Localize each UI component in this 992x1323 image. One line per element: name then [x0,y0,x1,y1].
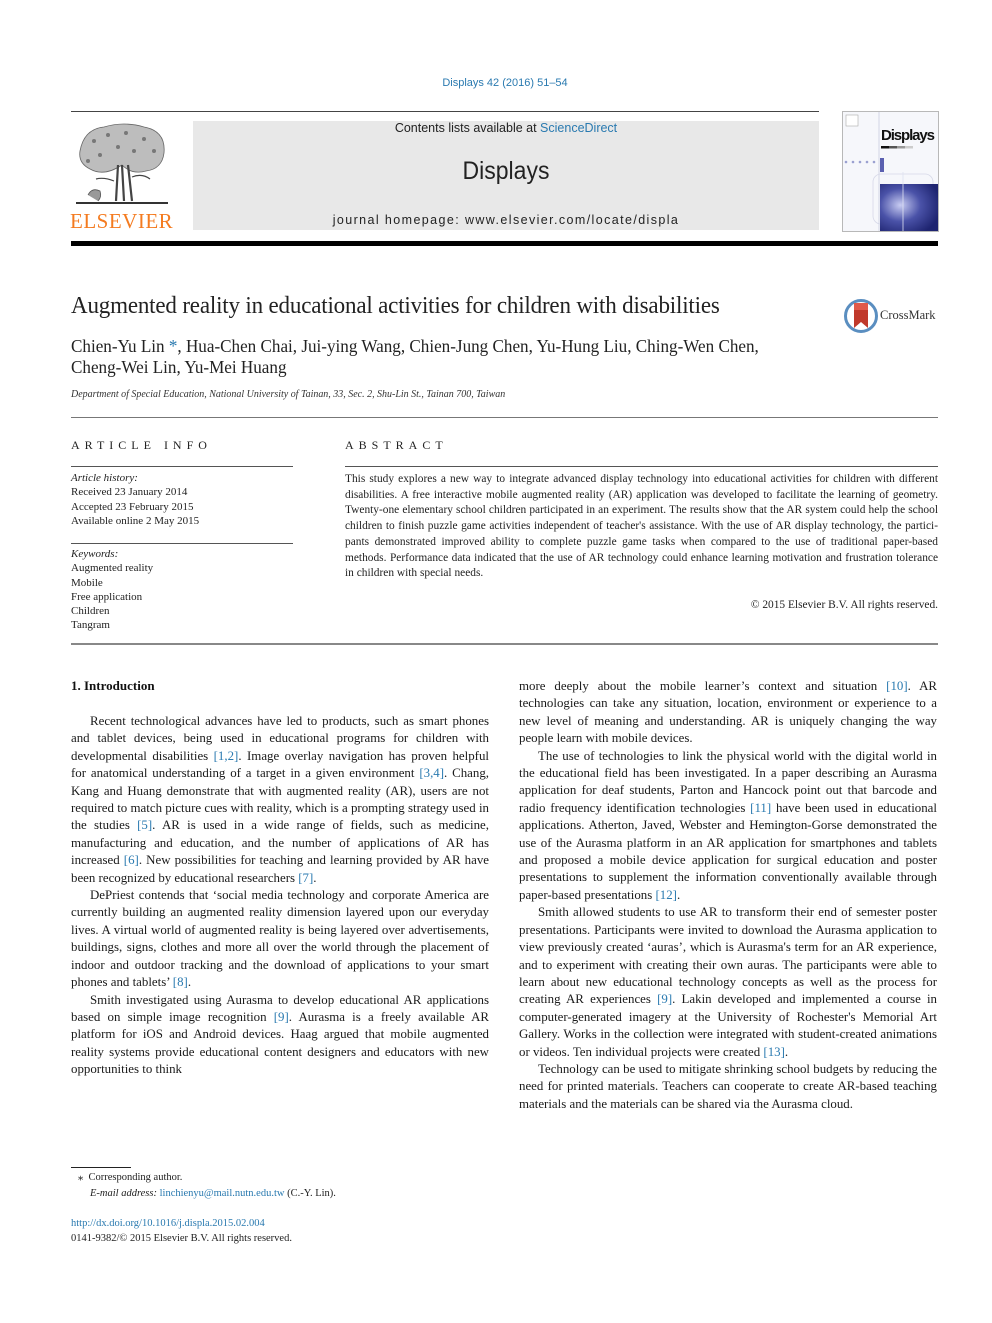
keyword: Augmented reality [71,562,154,575]
email-link[interactable]: linchienyu@mail.nutn.edu.tw [160,1188,285,1199]
history-label: Article history: [71,472,138,484]
paragraph-text: . [187,975,192,990]
footnote-star: ⁎ [78,1172,84,1183]
keyword: Mobile [71,576,103,589]
divider [71,643,938,645]
corresponding-author-marker[interactable]: * [169,336,178,356]
divider [71,417,938,418]
corresponding-label: Corresponding author. [88,1172,183,1183]
body-paragraph: Recent technological advances have led t… [71,713,489,887]
history-accepted: Accepted 23 February 2015 [71,500,194,513]
citation-link[interactable]: [11] [750,801,771,815]
elsevier-tree-icon [76,123,168,204]
contents-line: Contents lists available at ScienceDirec… [193,121,819,135]
crossmark-label: CrossMark [880,308,936,322]
citation-link[interactable]: [8] [173,975,188,989]
history-received: Received 23 January 2014 [71,486,188,499]
crossmark-icon [844,299,878,333]
issn-line: 0141-9382/© 2015 Elsevier B.V. All right… [71,1233,292,1244]
body-paragraph: Smith investigated using Aurasma to deve… [71,992,489,1079]
keywords-label: Keywords: [71,548,119,560]
header-bottom-rule [71,241,938,246]
body-paragraph: Smith allowed students to use AR to tran… [519,904,937,1061]
keywords: Keywords: Augmented reality Mobile Free … [71,547,153,633]
crossmark-button[interactable]: CrossMark [844,298,944,334]
body-paragraph: more deeply about the mobile learner’s c… [519,678,937,748]
paragraph-text: DePriest contends that ‘social media tec… [71,888,489,990]
footnote: ⁎ Corresponding author. E-mail address: … [78,1170,336,1202]
journal-name: Displays [462,157,550,185]
citation-link[interactable]: [10] [886,679,907,693]
author-list: Chien-Yu Lin *, Hua-Chen Chai, Jui-ying … [71,336,850,378]
author-first[interactable]: Chien-Yu Lin [71,336,169,356]
paragraph-text: have been used in educational applicatio… [519,800,937,902]
article-title: Augmented reality in educational activit… [71,292,720,319]
section-heading: 1. Introduction [71,678,155,693]
body-column-left: Recent technological advances have led t… [71,713,489,1079]
contents-prefix: Contents lists available at [394,121,541,135]
history-online: Available online 2 May 2015 [71,514,200,527]
citation-link[interactable]: [1,2] [214,749,239,763]
elsevier-wordmark: ELSEVIER [70,209,174,233]
doi-block: http://dx.doi.org/10.1016/j.displa.2015.… [71,1216,292,1246]
footnote-email-line: E-mail address: linchienyu@mail.nutn.edu… [78,1186,336,1202]
affiliation: Department of Special Education, Nationa… [71,389,506,400]
footnote-rule [71,1167,131,1168]
journal-homepage-link[interactable]: journal homepage: www.elsevier.com/locat… [193,213,819,227]
article-history: Article history: Received 23 January 201… [71,471,199,528]
journal-reference-link[interactable]: Displays 42 (2016) 51–54 [0,77,992,89]
citation-link[interactable]: [9] [274,1010,289,1024]
journal-cover-art-icon: Displays [843,112,938,231]
email-suffix: (C.-Y. Lin). [284,1188,336,1199]
body-paragraph: DePriest contends that ‘social media tec… [71,887,489,991]
paragraph-text: more deeply about the mobile learner’s c… [519,679,887,693]
citation-link[interactable]: [7] [298,871,313,885]
abstract-heading: ABSTRACT [345,438,448,452]
email-label: E-mail address: [90,1188,157,1199]
keyword: Tangram [71,619,110,632]
divider [345,466,938,467]
article-info-heading: ARTICLE INFO [71,438,212,452]
authors-line2: Cheng-Wei Lin, Yu-Mei Huang [71,357,287,377]
citation-link[interactable]: [9] [657,992,672,1006]
paragraph-text: . [784,1044,789,1059]
sciencedirect-link[interactable]: ScienceDirect [540,121,617,135]
header-top-rule [71,111,819,112]
journal-masthead: Contents lists available at ScienceDirec… [193,121,819,230]
abstract-copyright: © 2015 Elsevier B.V. All rights reserved… [750,599,938,611]
authors-line1-rest: , Hua-Chen Chai, Jui-ying Wang, Chien-Ju… [177,336,759,356]
paragraph-text: . [676,887,681,902]
citation-link[interactable]: [3,4] [419,766,444,780]
body-column-right: more deeply about the mobile learner’s c… [519,678,937,1113]
divider [71,466,293,467]
elsevier-logo[interactable]: ELSEVIER [70,121,174,233]
cover-title: Displays [881,127,935,144]
citation-link[interactable]: [13] [763,1045,784,1059]
body-paragraph: The use of technologies to link the phys… [519,748,937,905]
body-paragraph: Technology can be used to mitigate shrin… [519,1061,937,1113]
paragraph-text: Technology can be used to mitigate shrin… [519,1061,937,1111]
abstract-text: This study explores a new way to integra… [345,473,938,580]
citation-link[interactable]: [6] [124,853,139,867]
citation-link[interactable]: [12] [655,888,676,902]
journal-cover-thumbnail[interactable]: Displays [842,111,939,232]
keyword: Free application [71,590,143,603]
keyword: Children [71,605,110,618]
citation-link[interactable]: [5] [137,818,152,832]
paragraph-text: . [313,870,317,885]
doi-link[interactable]: http://dx.doi.org/10.1016/j.displa.2015.… [71,1216,292,1231]
footnote-corresponding: ⁎ Corresponding author. [78,1170,336,1186]
divider [71,543,293,544]
